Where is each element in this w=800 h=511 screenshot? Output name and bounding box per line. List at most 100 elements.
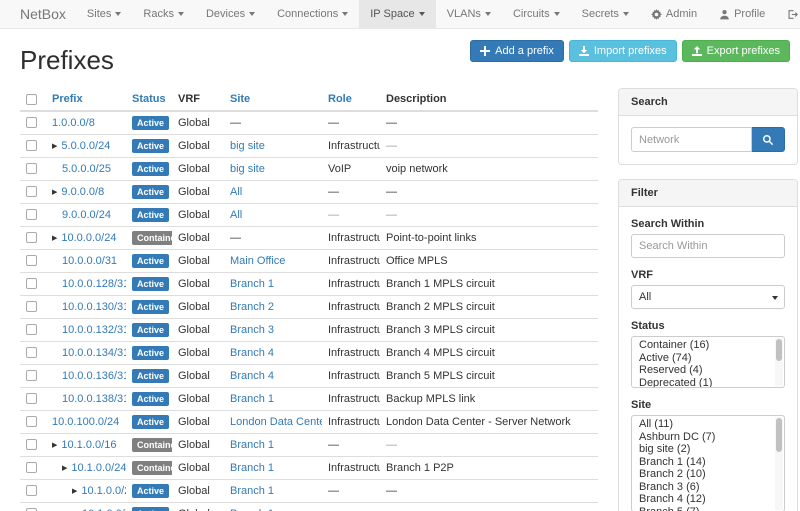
row-checkbox[interactable] [26, 209, 37, 220]
column-header-site[interactable]: Site [224, 88, 322, 111]
prefix-link[interactable]: 10.0.0.0/31 [62, 255, 117, 267]
row-checkbox[interactable] [26, 439, 37, 450]
site-link[interactable]: All [230, 209, 242, 221]
prefix-link[interactable]: 10.0.0.130/31 [62, 301, 126, 313]
nav-item-sites[interactable]: Sites [76, 0, 132, 28]
site-link[interactable]: London Data Center [230, 416, 322, 428]
sort-link[interactable]: Site [230, 93, 250, 105]
site-multiselect[interactable]: All (11)Ashburn DC (7)big site (2)Branch… [631, 415, 785, 511]
nav-item-connections[interactable]: Connections [266, 0, 359, 28]
prefix-link[interactable]: 10.1.0.0/25 [81, 485, 126, 497]
nav-item-ip-space[interactable]: IP Space [359, 0, 435, 28]
filter-option[interactable]: big site (2) [632, 443, 784, 456]
expand-toggle-icon[interactable]: ▶ [72, 488, 77, 495]
prefix-link[interactable]: 10.0.100.0/24 [52, 416, 119, 428]
row-checkbox[interactable] [26, 117, 37, 128]
nav-item-secrets[interactable]: Secrets [571, 0, 640, 28]
row-checkbox[interactable] [26, 324, 37, 335]
site-link[interactable]: Branch 1 [230, 485, 274, 497]
prefix-link[interactable]: 10.0.0.136/31 [62, 370, 126, 382]
nav-item-admin[interactable]: Admin [640, 0, 708, 28]
prefix-link[interactable]: 10.1.0.0/26 [82, 508, 126, 511]
row-checkbox[interactable] [26, 163, 37, 174]
prefix-link[interactable]: 10.0.0.0/24 [61, 232, 116, 244]
nav-item-devices[interactable]: Devices [195, 0, 266, 28]
site-link[interactable]: Branch 2 [230, 301, 274, 313]
row-checkbox[interactable] [26, 255, 37, 266]
prefix-link[interactable]: 10.1.0.0/16 [61, 439, 116, 451]
filter-option[interactable]: Ashburn DC (7) [632, 431, 784, 444]
filter-option[interactable]: Reserved (4) [632, 364, 784, 377]
site-link[interactable]: All [230, 186, 242, 198]
nav-item-profile[interactable]: Profile [708, 0, 776, 28]
filter-option[interactable]: Branch 1 (14) [632, 456, 784, 469]
row-checkbox[interactable] [26, 485, 37, 496]
site-link[interactable]: Branch 4 [230, 370, 274, 382]
filter-option[interactable]: All (11) [632, 418, 784, 431]
row-checkbox[interactable] [26, 186, 37, 197]
add-prefix-button[interactable]: Add a prefix [470, 40, 564, 62]
site-link[interactable]: big site [230, 163, 265, 175]
expand-toggle-icon[interactable]: ▶ [52, 189, 57, 196]
brand-logo[interactable]: NetBox [8, 0, 76, 28]
filter-option[interactable]: Branch 5 (7) [632, 506, 784, 511]
row-checkbox[interactable] [26, 278, 37, 289]
prefix-link[interactable]: 5.0.0.0/24 [61, 140, 110, 152]
filter-option[interactable]: Deprecated (1) [632, 377, 784, 389]
site-link[interactable]: Branch 3 [230, 324, 274, 336]
nav-item-circuits[interactable]: Circuits [502, 0, 571, 28]
status-multiselect[interactable]: Container (16)Active (74)Reserved (4)Dep… [631, 336, 785, 388]
nav-item-logout[interactable]: Log out [776, 0, 800, 28]
sort-link[interactable]: Role [328, 93, 352, 105]
filter-option[interactable]: Container (16) [632, 339, 784, 352]
column-header-prefix[interactable]: Prefix [46, 88, 126, 111]
filter-option[interactable]: Active (74) [632, 352, 784, 365]
prefix-link[interactable]: 10.0.0.138/31 [62, 393, 126, 405]
scrollbar[interactable] [775, 338, 783, 386]
search-within-input[interactable] [631, 234, 785, 258]
nav-item-vlans[interactable]: VLANs [436, 0, 502, 28]
site-link[interactable]: Branch 1 [230, 393, 274, 405]
vrf-select[interactable]: All [631, 285, 785, 309]
expand-toggle-icon[interactable]: ▶ [52, 235, 57, 242]
expand-toggle-icon[interactable]: ▶ [52, 143, 57, 150]
site-link[interactable]: Main Office [230, 255, 285, 267]
select-all-checkbox[interactable] [26, 94, 37, 105]
sort-link[interactable]: Prefix [52, 93, 83, 105]
row-checkbox[interactable] [26, 462, 37, 473]
site-link[interactable]: Branch 1 [230, 439, 274, 451]
filter-option[interactable]: Branch 3 (6) [632, 481, 784, 494]
site-link[interactable]: big site [230, 140, 265, 152]
row-checkbox[interactable] [26, 393, 37, 404]
scrollbar[interactable] [775, 417, 783, 510]
filter-option[interactable]: Branch 4 (12) [632, 493, 784, 506]
row-checkbox[interactable] [26, 140, 37, 151]
expand-toggle-icon[interactable]: ▶ [52, 442, 57, 449]
search-button[interactable] [752, 127, 785, 152]
expand-toggle-icon[interactable]: ▶ [62, 465, 67, 472]
site-link[interactable]: Branch 1 [230, 278, 274, 290]
prefix-link[interactable]: 9.0.0.0/8 [61, 186, 104, 198]
column-header-status[interactable]: Status [126, 88, 172, 111]
prefix-link[interactable]: 10.1.0.0/24 [71, 462, 126, 474]
row-checkbox[interactable] [26, 370, 37, 381]
sort-link[interactable]: Status [132, 93, 166, 105]
prefix-link[interactable]: 9.0.0.0/24 [62, 209, 111, 221]
row-checkbox[interactable] [26, 347, 37, 358]
prefix-link[interactable]: 10.0.0.132/31 [62, 324, 126, 336]
site-link[interactable]: Branch 1 [230, 508, 274, 511]
prefix-link[interactable]: 5.0.0.0/25 [62, 163, 111, 175]
nav-item-racks[interactable]: Racks [132, 0, 195, 28]
export-prefixes-button[interactable]: Export prefixes [682, 40, 790, 62]
row-checkbox[interactable] [26, 232, 37, 243]
prefix-link[interactable]: 10.0.0.128/31 [62, 278, 126, 290]
search-input[interactable] [631, 127, 752, 152]
site-link[interactable]: Branch 1 [230, 462, 274, 474]
site-link[interactable]: Branch 4 [230, 347, 274, 359]
prefix-link[interactable]: 10.0.0.134/31 [62, 347, 126, 359]
row-checkbox[interactable] [26, 416, 37, 427]
filter-option[interactable]: Branch 2 (10) [632, 468, 784, 481]
import-prefixes-button[interactable]: Import prefixes [569, 40, 677, 62]
row-checkbox[interactable] [26, 301, 37, 312]
column-header-role[interactable]: Role [322, 88, 380, 111]
